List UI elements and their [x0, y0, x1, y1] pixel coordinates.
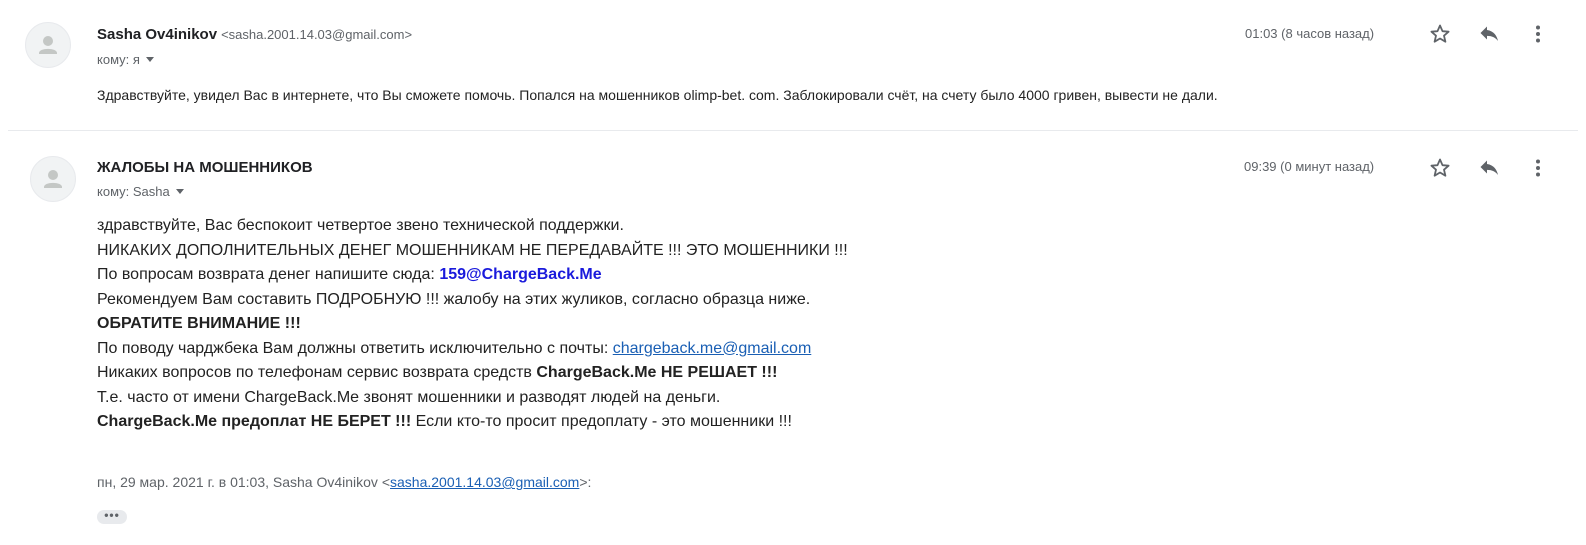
- prepay-notice: Если кто-то просит предоплату - это моше…: [411, 413, 792, 430]
- star-icon: [1430, 158, 1450, 177]
- person-icon: [39, 36, 57, 54]
- more-vert-icon: [1536, 159, 1540, 177]
- reply-button[interactable]: [1477, 22, 1501, 46]
- person-icon: [44, 170, 62, 188]
- more-options-button[interactable]: [1526, 22, 1550, 46]
- sender-email: <sasha.2001.14.03@gmail.com>: [221, 27, 413, 42]
- message-body: здравствуйте, Вас беспокоит четвертое зв…: [97, 214, 848, 435]
- body-line-3: По вопросам возврата денег напишите сюда…: [97, 263, 848, 288]
- chevron-down-icon[interactable]: [145, 57, 154, 62]
- more-vert-icon: [1536, 25, 1540, 43]
- body-line-2: НИКАКИХ ДОПОЛНИТЕЛЬНЫХ ДЕНЕГ МОШЕННИКАМ …: [97, 241, 848, 259]
- reply-button[interactable]: [1477, 156, 1501, 180]
- recipient-label: кому: Sasha: [97, 184, 170, 199]
- body-line-6: По поводу чарджбека Вам должны ответить …: [97, 337, 848, 362]
- recipient-line: кому: я: [97, 52, 154, 67]
- email-link[interactable]: chargeback.me@gmail.com: [613, 340, 812, 357]
- body-line-8: Т.е. часто от имени ChargeBack.Me звонят…: [97, 388, 721, 406]
- body-line-1: здравствуйте, Вас беспокоит четвертое зв…: [97, 217, 624, 234]
- sender-name[interactable]: ЖАЛОБЫ НА МОШЕННИКОВ: [97, 159, 313, 176]
- chevron-down-icon[interactable]: [175, 189, 184, 194]
- prepay-notice-bold: ChargeBack.Me предоплат НЕ БЕРЕТ !!!: [97, 413, 412, 430]
- show-trimmed-content-button[interactable]: •••: [97, 509, 127, 524]
- recipient-line: кому: Sasha: [97, 184, 184, 199]
- quoted-email-link[interactable]: sasha.2001.14.03@gmail.com: [390, 474, 579, 490]
- reply-icon: [1480, 26, 1498, 41]
- body-line-5: ОБРАТИТЕ ВНИМАНИЕ !!!: [97, 315, 301, 332]
- contact-address: 159@ChargeBack.Me: [439, 266, 602, 283]
- message-body: Здравствуйте, увидел Вас в интернете, чт…: [97, 87, 1218, 103]
- quoted-header-suffix: >:: [579, 474, 592, 490]
- quoted-header: пн, 29 мар. 2021 г. в 01:03, Sasha Ov4in…: [97, 474, 591, 490]
- sender-name[interactable]: Sasha Ov4inikov: [97, 26, 217, 43]
- body-line-4: Рекомендуем Вам составить ПОДРОБНУЮ !!! …: [97, 290, 811, 308]
- quoted-header-prefix: пн, 29 мар. 2021 г. в 01:03, Sasha Ov4in…: [97, 474, 391, 490]
- sender-line: ЖАЛОБЫ НА МОШЕННИКОВ: [97, 159, 313, 176]
- more-options-button[interactable]: [1526, 156, 1550, 180]
- body-line-9: ChargeBack.Me предоплат НЕ БЕРЕТ !!! Есл…: [97, 410, 848, 435]
- message-divider: [8, 130, 1578, 131]
- sender-avatar[interactable]: [30, 156, 76, 202]
- reply-icon: [1480, 160, 1498, 175]
- phone-notice: Никаких вопросов по телефонам сервис воз…: [97, 364, 537, 381]
- star-icon: [1430, 24, 1450, 43]
- body-line-7: Никаких вопросов по телефонам сервис воз…: [97, 361, 848, 386]
- star-button[interactable]: [1428, 156, 1452, 180]
- sender-line: Sasha Ov4inikov <sasha.2001.14.03@gmail.c…: [97, 26, 412, 43]
- phone-notice-bold: ChargeBack.Me НЕ РЕШАЕТ !!!: [536, 364, 778, 381]
- recipient-label: кому: я: [97, 52, 140, 67]
- email-prompt: По поводу чарджбека Вам должны ответить …: [97, 339, 613, 357]
- sender-avatar[interactable]: [25, 22, 71, 68]
- message-time: 09:39 (0 минут назад): [1244, 159, 1375, 174]
- star-button[interactable]: [1428, 22, 1452, 46]
- message-time: 01:03 (8 часов назад): [1245, 26, 1375, 41]
- contact-prompt: По вопросам возврата денег напишите сюда…: [97, 266, 440, 283]
